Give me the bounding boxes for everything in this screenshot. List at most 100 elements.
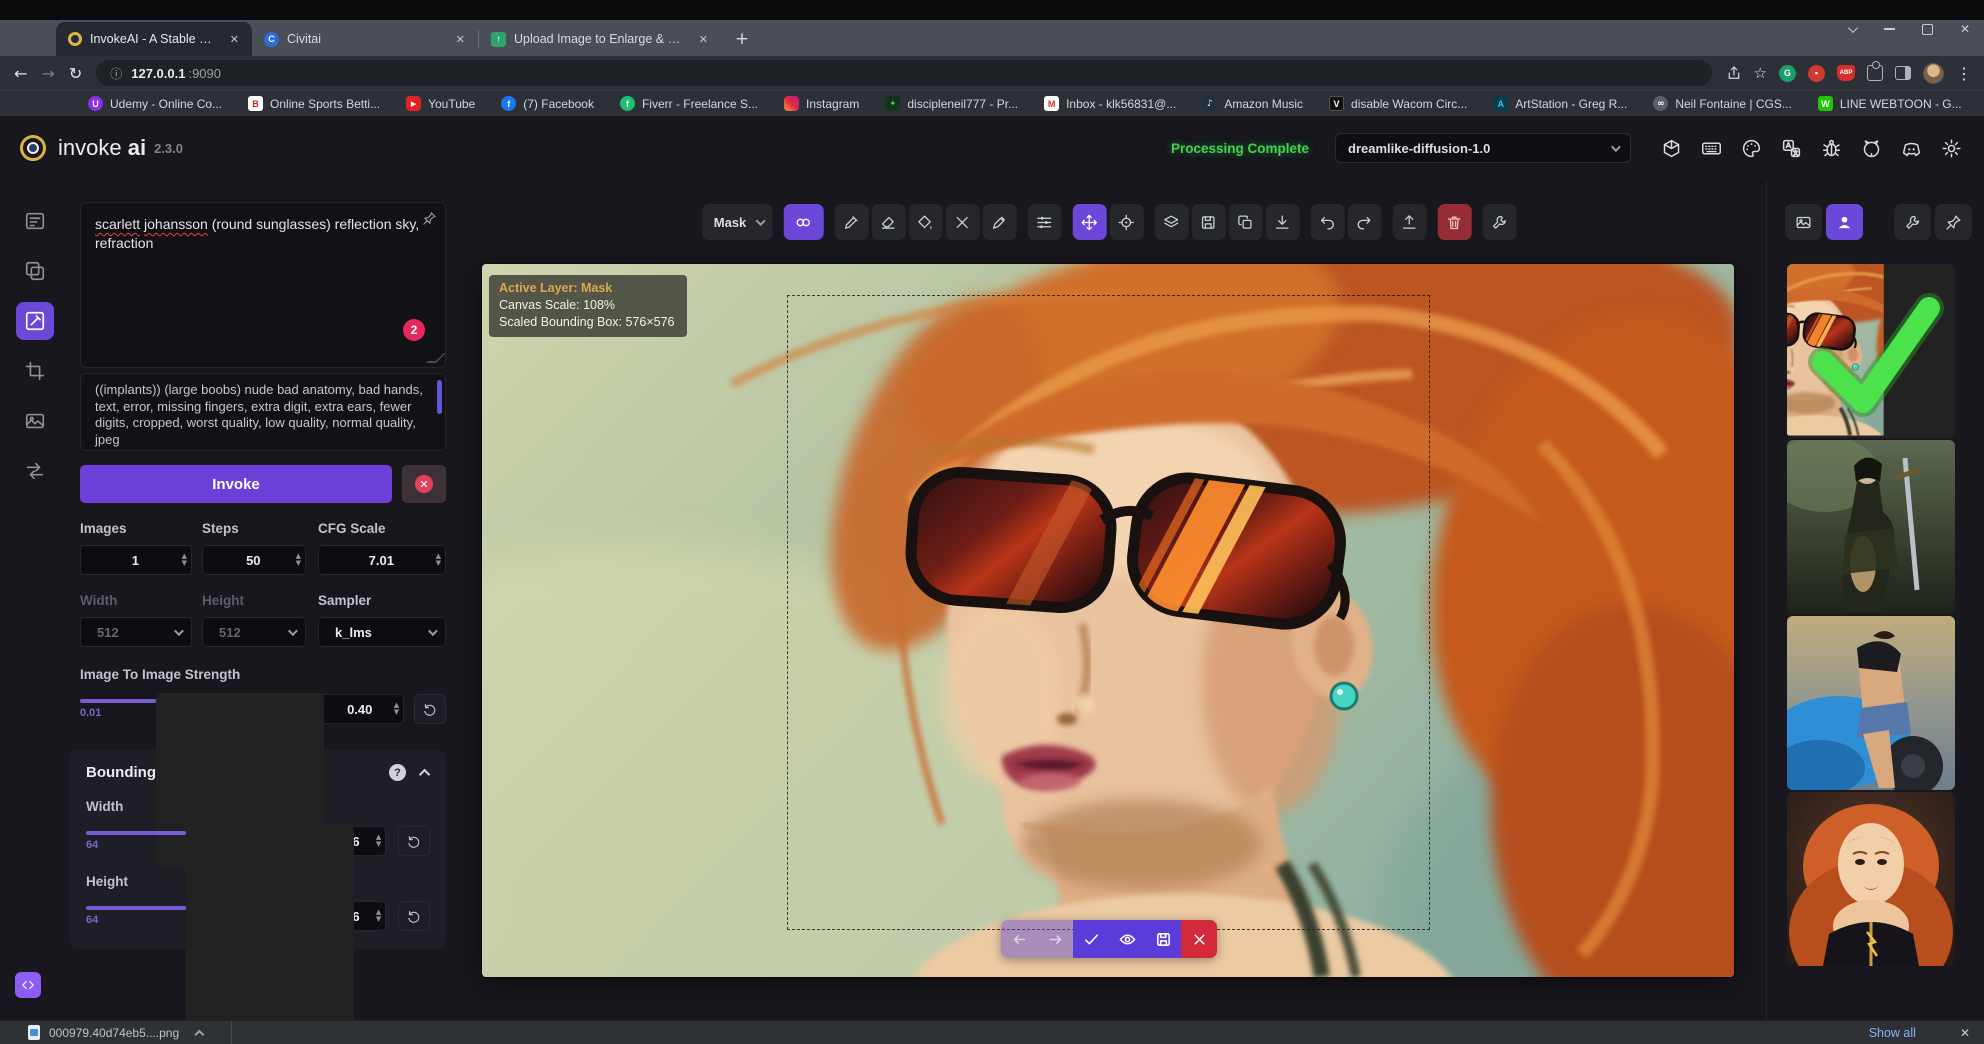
download-item[interactable]: 000979.40d74eb5....png — [28, 1025, 205, 1040]
scrollbar-thumb[interactable] — [437, 380, 442, 414]
upload-image-button[interactable] — [1392, 204, 1426, 240]
stepper-arrows[interactable]: ▲▼ — [376, 834, 381, 848]
reset-view-button[interactable] — [1109, 204, 1143, 240]
gallery-user-tab[interactable] — [1826, 204, 1863, 240]
hotkeys-keyboard-icon[interactable] — [1701, 138, 1722, 159]
tab-upscale[interactable]: ↑ Upload Image to Enlarge & Enha ✕ — [479, 22, 721, 56]
invoke-button[interactable]: Invoke — [80, 465, 392, 503]
share-icon[interactable] — [1726, 65, 1742, 81]
profile-avatar[interactable] — [1923, 63, 1944, 84]
strength-slider[interactable]: 0.011 — [80, 699, 275, 719]
site-info-icon[interactable]: ⓘ — [110, 65, 122, 82]
side-panel-icon[interactable] — [1895, 66, 1911, 80]
discard-image-button[interactable] — [1181, 920, 1217, 958]
bbox-width-reset-button[interactable] — [398, 826, 430, 856]
report-bug-icon[interactable] — [1821, 138, 1842, 159]
bbox-height-slider[interactable]: 641024 — [86, 906, 275, 926]
layer-select[interactable]: Mask — [702, 204, 773, 240]
cfg-scale-input[interactable]: 7.01▲▼ — [318, 545, 446, 575]
move-tool-button[interactable] — [1072, 204, 1106, 240]
tab-invokeai[interactable]: InvokeAI - A Stable Diffusion Too ✕ — [56, 22, 252, 56]
enable-mask-button[interactable] — [783, 204, 823, 240]
tab-close-icon[interactable]: ✕ — [453, 32, 468, 47]
strength-reset-button[interactable] — [414, 694, 446, 724]
bookmark-fiverr[interactable]: fFiverr - Freelance S... — [620, 96, 758, 111]
bookmark-star-icon[interactable]: ☆ — [1754, 64, 1767, 82]
accept-image-button[interactable] — [1073, 920, 1109, 958]
merge-layers-button[interactable] — [1154, 204, 1188, 240]
download-image-button[interactable] — [1265, 204, 1299, 240]
pin-icon[interactable] — [422, 211, 437, 231]
mute-extension-icon[interactable]: ▪ — [1808, 65, 1825, 82]
download-chevron-icon[interactable] — [195, 1030, 205, 1040]
stepper-arrows[interactable]: ▲▼ — [296, 553, 301, 567]
new-tab-button[interactable]: + — [729, 26, 755, 52]
tab-close-icon[interactable]: ✕ — [227, 32, 242, 47]
save-staging-button[interactable] — [1145, 920, 1181, 958]
bookmark-disciple[interactable]: ✦discipleneil777 - Pr... — [885, 96, 1018, 111]
help-icon[interactable]: ? — [389, 764, 406, 781]
undo-button[interactable] — [1310, 204, 1344, 240]
toggle-console-button[interactable] — [15, 972, 41, 998]
stepper-arrows[interactable]: ▲▼ — [376, 909, 381, 923]
bookmark-webtoon[interactable]: WLINE WEBTOON - G... — [1818, 96, 1962, 111]
back-button[interactable]: ← — [14, 64, 27, 83]
clear-canvas-button[interactable] — [1437, 204, 1471, 240]
tab-image-to-image[interactable] — [16, 252, 54, 290]
cancel-button[interactable]: ✕ — [402, 465, 446, 503]
theme-palette-icon[interactable] — [1741, 138, 1762, 159]
gallery-thumbnail[interactable] — [1787, 440, 1955, 614]
model-select[interactable]: dreamlike-diffusion-1.0 — [1335, 133, 1631, 163]
browser-menu-chevron-icon[interactable] — [1844, 22, 1858, 36]
previous-image-button[interactable] — [1001, 920, 1037, 958]
bookmark-inbox[interactable]: MInbox - klk56831@... — [1044, 96, 1176, 111]
adblock-extension-icon[interactable]: ABP — [1837, 65, 1855, 81]
width-select[interactable]: 512 — [80, 617, 192, 647]
color-picker-button[interactable] — [982, 204, 1016, 240]
window-close-button[interactable]: ✕ — [1958, 22, 1972, 36]
brush-tool-button[interactable] — [834, 204, 868, 240]
bookmark-youtube[interactable]: ▶YouTube — [406, 96, 475, 111]
tab-civitai[interactable]: C Civitai ✕ — [252, 22, 478, 56]
bookmark-sports[interactable]: BOnline Sports Betti... — [248, 96, 380, 111]
strength-input[interactable]: 0.40▲▼ — [317, 694, 405, 724]
collapse-chevron-icon[interactable] — [419, 768, 430, 779]
tab-post-processing[interactable] — [16, 402, 54, 440]
gallery-pin-button[interactable] — [1935, 204, 1972, 240]
forward-button[interactable]: → — [41, 64, 54, 83]
settings-gear-icon[interactable] — [1941, 138, 1962, 159]
canvas-settings-button[interactable] — [1482, 204, 1516, 240]
window-minimize-button[interactable] — [1882, 22, 1896, 36]
bounding-box-overlay[interactable] — [787, 295, 1430, 930]
downloads-close-icon[interactable]: ✕ — [1960, 1026, 1970, 1040]
show-all-link[interactable]: Show all — [1869, 1026, 1916, 1040]
steps-input[interactable]: 50▲▼ — [202, 545, 306, 575]
next-image-button[interactable] — [1037, 920, 1073, 958]
url-field[interactable]: ⓘ 127.0.0.1:9090 — [96, 60, 1711, 86]
bookmark-facebook[interactable]: f(7) Facebook — [501, 96, 594, 111]
sampler-select[interactable]: k_lms — [318, 617, 446, 647]
gallery-thumbnail-selected[interactable] — [1787, 264, 1955, 438]
prompt-input[interactable]: scarlett johansson (round sunglasses) re… — [80, 202, 446, 368]
copy-to-clipboard-button[interactable] — [1228, 204, 1262, 240]
github-icon[interactable] — [1861, 138, 1882, 159]
model-manager-cube-icon[interactable] — [1661, 138, 1682, 159]
bookmark-artstation[interactable]: AArtStation - Greg R... — [1493, 96, 1627, 111]
gallery-thumbnail[interactable] — [1787, 616, 1955, 790]
bookmark-udemy[interactable]: UUdemy - Online Co... — [88, 96, 222, 111]
bookmark-amazon-music[interactable]: ♪Amazon Music — [1202, 96, 1303, 111]
extensions-puzzle-icon[interactable] — [1867, 65, 1883, 81]
gallery-settings-button[interactable] — [1894, 204, 1931, 240]
erase-bounding-box-button[interactable] — [945, 204, 979, 240]
bbox-width-slider[interactable]: 641024 — [86, 831, 275, 851]
brush-options-button[interactable] — [1027, 204, 1061, 240]
tab-unified-canvas[interactable] — [16, 302, 54, 340]
eraser-tool-button[interactable] — [871, 204, 905, 240]
browser-menu-icon[interactable]: ⋮ — [1956, 64, 1972, 83]
stepper-arrows[interactable]: ▲▼ — [436, 553, 441, 567]
save-to-gallery-button[interactable] — [1191, 204, 1225, 240]
gallery-images-tab[interactable] — [1785, 204, 1822, 240]
show-hide-image-button[interactable] — [1109, 920, 1145, 958]
bbox-height-reset-button[interactable] — [398, 901, 430, 931]
tab-close-icon[interactable]: ✕ — [696, 32, 711, 47]
